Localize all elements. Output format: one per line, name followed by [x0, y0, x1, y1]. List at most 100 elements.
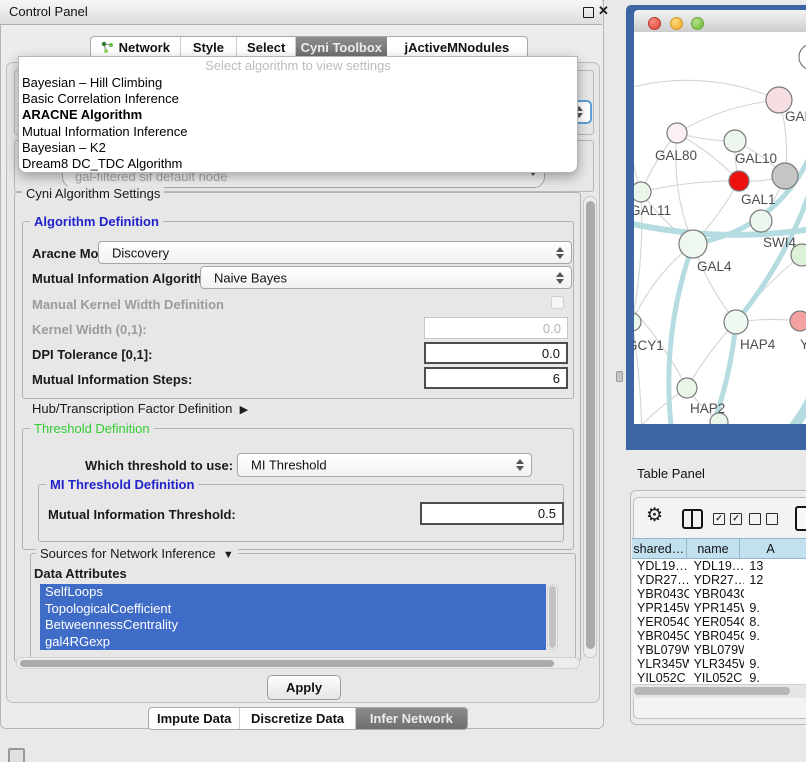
- panel-divider-grip[interactable]: [616, 371, 623, 382]
- stepper-icon: [556, 272, 564, 284]
- zoom-traffic-light[interactable]: [691, 17, 704, 30]
- kernel-width-label: Kernel Width (0,1):: [32, 322, 147, 337]
- columns-icon[interactable]: [682, 509, 703, 529]
- algorithm-option[interactable]: ARACNE Algorithm: [19, 107, 577, 123]
- kernel-width-input[interactable]: [424, 317, 568, 339]
- float-panel-icon[interactable]: [583, 7, 594, 18]
- network-node-label: GAL11: [634, 203, 671, 218]
- minimize-traffic-light[interactable]: [670, 17, 683, 30]
- screenshot-root: Control Panel ✕ NetworkStyleSelectCyni T…: [0, 0, 806, 762]
- close-panel-icon[interactable]: ✕: [598, 3, 609, 19]
- network-node[interactable]: [799, 44, 806, 70]
- tab-jactivemnodules[interactable]: jActiveMNodules: [387, 37, 527, 58]
- table-cell: 9.: [744, 601, 806, 615]
- hub-definition-toggle[interactable]: Hub/Transcription Factor Definition ▶: [32, 401, 248, 416]
- tab-network[interactable]: Network: [91, 37, 181, 58]
- attribute-list-item[interactable]: SelfLoops: [40, 584, 546, 601]
- table-cell: 12: [744, 573, 806, 587]
- stepper-icon: [556, 247, 564, 259]
- network-node-label: GAL80: [655, 148, 697, 163]
- mi-threshold-input[interactable]: [420, 502, 564, 525]
- network-edge: [634, 244, 693, 322]
- network-node-swi4[interactable]: [750, 210, 772, 232]
- attribute-list-item[interactable]: gal4RGexp: [40, 634, 546, 651]
- mi-type-combo[interactable]: Naive Bayes: [200, 266, 572, 289]
- node-table: shared…nameAYDL19…YDL19…13YDR27…YDR27…12…: [632, 538, 806, 684]
- dock-mini-icon[interactable]: [8, 748, 25, 762]
- aracne-mode-combo[interactable]: Discovery: [98, 241, 572, 264]
- manual-kernel-checkbox[interactable]: [551, 296, 564, 309]
- tab-impute-data[interactable]: Impute Data: [149, 708, 240, 729]
- table-cell: 9.: [744, 671, 806, 684]
- table-cell: YBR043C: [689, 587, 745, 601]
- deselect-all-checkboxes-icon[interactable]: [749, 513, 778, 525]
- network-node-hap4[interactable]: [724, 310, 748, 334]
- table-row[interactable]: YER054CYER054C8.: [632, 615, 806, 629]
- algorithm-option[interactable]: Mutual Information Inference: [19, 124, 577, 140]
- network-node-label: SWI4: [763, 235, 796, 250]
- attribute-list-item[interactable]: TopologicalCoefficient: [40, 601, 546, 618]
- network-window-titlebar: [634, 10, 806, 33]
- tab-select[interactable]: Select: [237, 37, 296, 58]
- tab-infer-network[interactable]: Infer Network: [356, 708, 467, 729]
- network-edge: [634, 222, 806, 235]
- network-node-gcy1[interactable]: [634, 313, 641, 331]
- mi-steps-input[interactable]: [424, 367, 568, 389]
- table-cell: YBR045C: [689, 629, 745, 643]
- table-row[interactable]: YDR27…YDR27…12: [632, 573, 806, 587]
- gear-icon[interactable]: ⚙: [646, 505, 663, 527]
- table-column-header[interactable]: A: [740, 538, 806, 559]
- table-cell: YDR27…: [632, 573, 689, 587]
- table-column-header[interactable]: name: [687, 538, 741, 559]
- algorithm-option[interactable]: Basic Correlation Inference: [19, 91, 577, 107]
- tab-style[interactable]: Style: [181, 37, 238, 58]
- attribute-list-item[interactable]: BetweennessCentrality: [40, 617, 546, 634]
- network-node-gal1[interactable]: [729, 171, 749, 191]
- table-horizontal-scrollbar[interactable]: [632, 684, 806, 698]
- control-panel-title: Control Panel: [9, 4, 88, 19]
- table-cell: 9.: [744, 629, 806, 643]
- network-node-y[interactable]: [790, 311, 806, 331]
- table-cell: YPR145W: [689, 601, 745, 615]
- dpi-tolerance-input[interactable]: [424, 342, 568, 364]
- table-row[interactable]: YBL079WYBL079W: [632, 643, 806, 657]
- export-table-icon[interactable]: [795, 506, 806, 531]
- sources-group-title[interactable]: Sources for Network Inference ▼: [36, 546, 238, 561]
- select-all-checkboxes-icon[interactable]: ✓✓: [713, 513, 742, 525]
- table-row[interactable]: YPR145WYPR145W9.: [632, 601, 806, 615]
- table-row[interactable]: YLR345WYLR345W9.: [632, 657, 806, 671]
- tab-cyni-toolbox[interactable]: Cyni Toolbox: [296, 37, 387, 58]
- network-node[interactable]: [772, 163, 798, 189]
- algorithm-option[interactable]: Dream8 DC_TDC Algorithm: [19, 156, 577, 172]
- table-cell: YDL19…: [689, 559, 745, 573]
- network-node-gal11[interactable]: [634, 182, 651, 202]
- which-threshold-combo[interactable]: MI Threshold: [237, 453, 532, 477]
- settings-horizontal-scrollbar[interactable]: [16, 657, 580, 669]
- table-cell: 9.: [744, 657, 806, 671]
- network-node-gal4[interactable]: [679, 230, 707, 258]
- table-column-header[interactable]: shared…: [632, 538, 687, 559]
- network-node-hap2[interactable]: [677, 378, 697, 398]
- attributes-list-scrollbar[interactable]: [547, 584, 558, 650]
- table-cell: [744, 643, 806, 657]
- stepper-icon: [516, 459, 524, 471]
- table-cell: YBR043C: [632, 587, 689, 601]
- close-traffic-light[interactable]: [648, 17, 661, 30]
- table-row[interactable]: YIL052CYIL052C9.: [632, 671, 806, 684]
- apply-button[interactable]: Apply: [267, 675, 341, 700]
- algorithm-option[interactable]: Bayesian – K2: [19, 140, 577, 156]
- table-cell: YBL079W: [632, 643, 689, 657]
- network-node-label: GAL: [785, 109, 806, 124]
- network-node-gal80[interactable]: [667, 123, 687, 143]
- settings-vertical-scrollbar[interactable]: [583, 196, 597, 658]
- table-cell: YLR345W: [632, 657, 689, 671]
- tab-discretize-data[interactable]: Discretize Data: [240, 708, 355, 729]
- table-row[interactable]: YDL19…YDL19…13: [632, 559, 806, 573]
- data-attributes-list: SelfLoopsTopologicalCoefficientBetweenne…: [40, 584, 546, 650]
- network-node-gal10[interactable]: [724, 130, 746, 152]
- network-canvas[interactable]: GALGAL80GAL10GAL1GAL11SWI4GAL4GCY1HAP4YH…: [634, 32, 806, 424]
- table-row[interactable]: YBR045CYBR045C9.: [632, 629, 806, 643]
- network-node-label: HAP2: [690, 401, 725, 416]
- algorithm-option[interactable]: Bayesian – Hill Climbing: [19, 75, 577, 91]
- table-row[interactable]: YBR043CYBR043C: [632, 587, 806, 601]
